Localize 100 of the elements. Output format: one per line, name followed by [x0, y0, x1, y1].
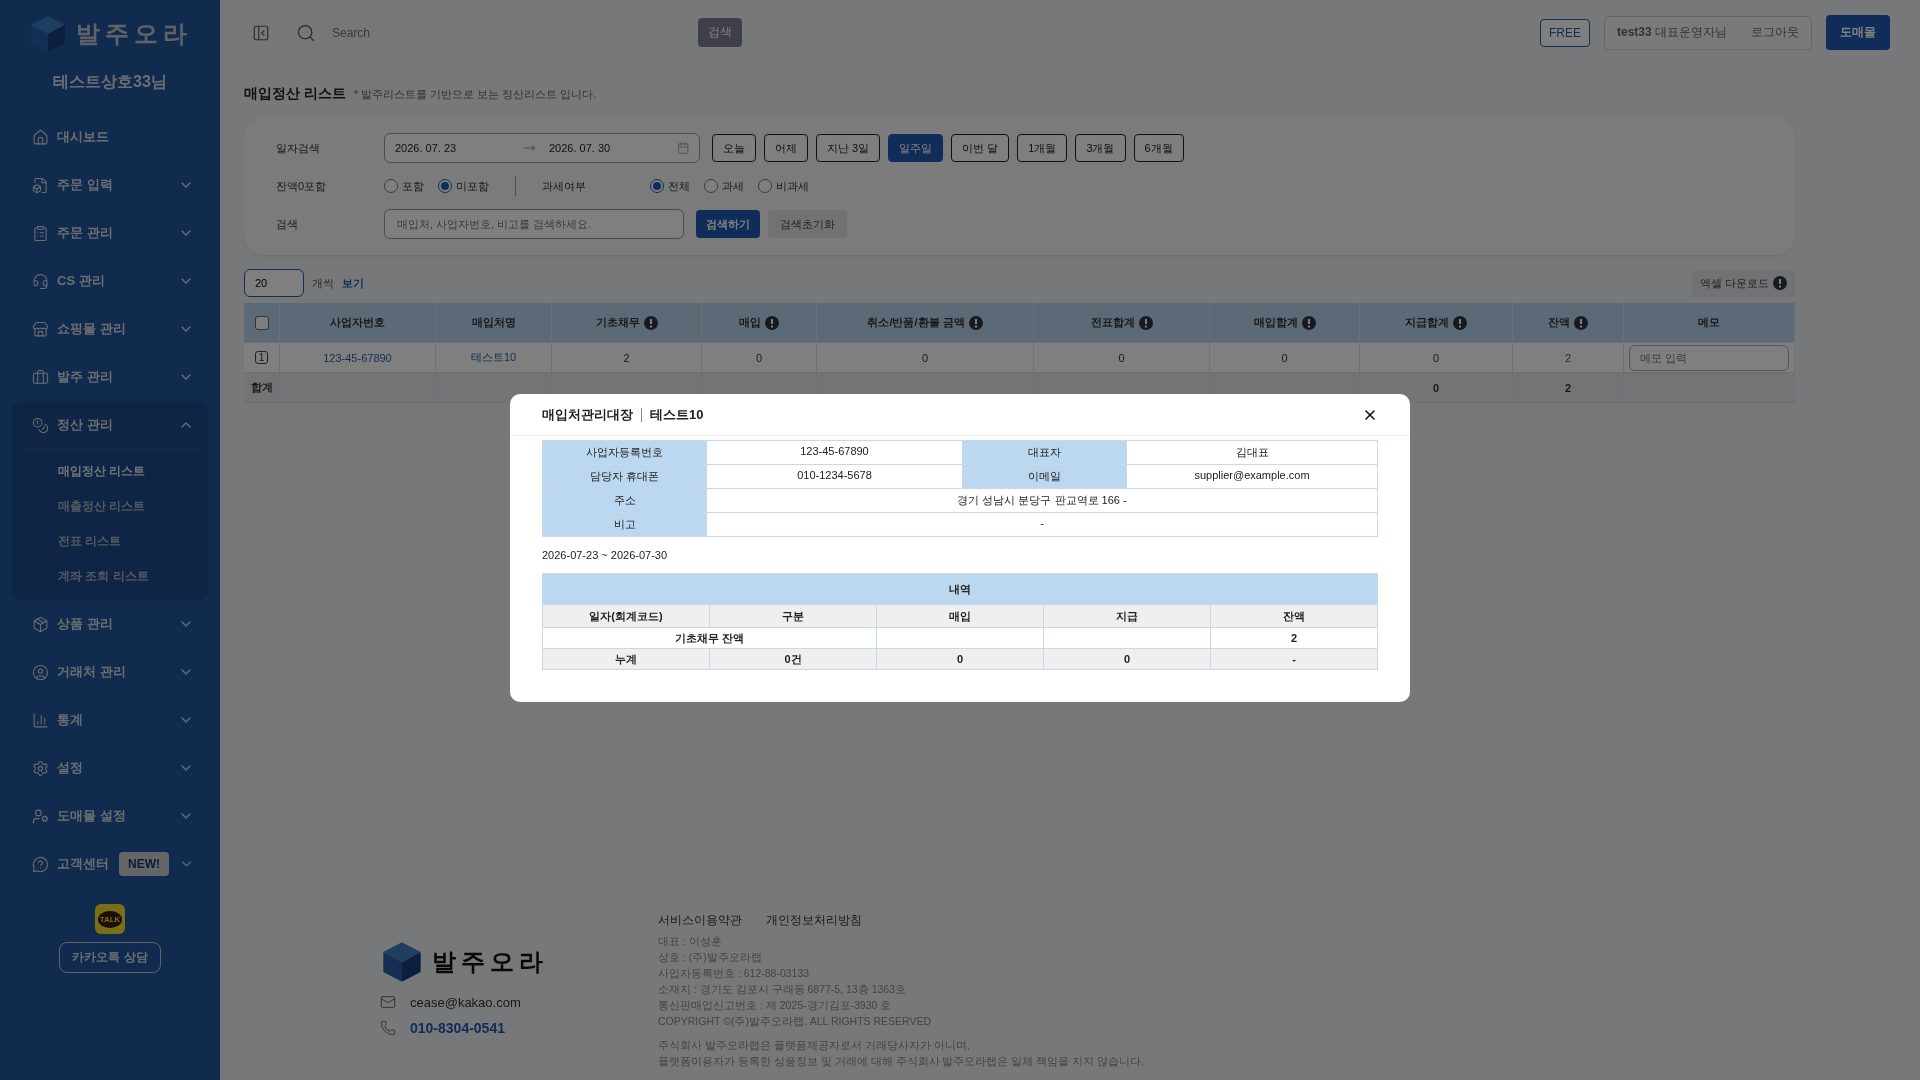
package-icon [32, 615, 49, 633]
search-field[interactable]: Search [330, 24, 672, 41]
ledger-cell: - [1211, 649, 1377, 669]
ledger-column-header: 구분 [710, 605, 876, 627]
date-preset-button[interactable]: 1개월 [1017, 134, 1068, 162]
shop-name: 테스트상호33님 [52, 72, 168, 92]
ledger-cell: 0 [1044, 649, 1210, 669]
table-link[interactable]: 123-45-67890 [323, 351, 392, 364]
sidebar-item[interactable]: 통계 [12, 696, 208, 744]
info-label: 담당자 휴대폰 [543, 465, 706, 488]
mail-icon [380, 994, 396, 1010]
home-icon [32, 128, 49, 146]
date-preset-button[interactable]: 오늘 [712, 134, 756, 162]
footer-link[interactable]: 서비스이용약관 [658, 912, 742, 929]
table-cell: 2 [623, 351, 630, 364]
keyword-field[interactable]: 매입처, 사업자번호, 비고를 검색하세요. [384, 209, 684, 239]
excel-download-button[interactable]: 엑셀 다운로드 [1691, 269, 1795, 297]
table-cell: 0 [1432, 381, 1440, 394]
ledger-column-header: 잔액 [1211, 605, 1377, 627]
column-header: 사업자번호 [330, 315, 385, 330]
sidebar-item[interactable]: 설정 [12, 744, 208, 792]
date-preset-button[interactable]: 6개월 [1133, 134, 1184, 162]
filter-label: 검색 [276, 216, 299, 232]
calendar-icon [676, 141, 689, 155]
info-label: 주소 [543, 489, 706, 512]
select-all-checkbox[interactable] [254, 315, 269, 330]
table-link[interactable]: 테스트10 [470, 350, 517, 365]
filter-label: 일자검색 [276, 140, 321, 156]
date-preset-button[interactable]: 일주일 [888, 134, 944, 162]
search-icon [296, 22, 316, 43]
search-submit-button[interactable]: 검색하기 [696, 210, 760, 238]
sidebar-item[interactable]: 발주 관리 [12, 353, 208, 401]
table-cell: 2 [1564, 381, 1572, 394]
ledger-cell: 2 [1211, 628, 1377, 648]
clipboard-icon [32, 224, 49, 242]
sidebar-item[interactable]: 쇼핑몰 관리 [12, 305, 208, 353]
sidebar-item[interactable]: 대시보드 [12, 113, 208, 161]
info-label: 대표자 [963, 441, 1126, 464]
ledger-title: 내역 [543, 574, 1377, 604]
radio-option[interactable]: 미포함 [438, 178, 489, 194]
search-button[interactable]: 검색 [698, 18, 742, 47]
radio-option[interactable]: 전체 [650, 178, 690, 194]
sidebar-item[interactable]: 정산 관리 [12, 401, 208, 449]
dialog-vendor: 테스트10 [650, 405, 704, 424]
period-text: 2026-07-23 ~ 2026-07-30 [542, 549, 669, 561]
date-preset-button[interactable]: 지난 3일 [816, 134, 881, 162]
sidebar-toggle-icon[interactable] [252, 23, 270, 42]
sidebar-item[interactable]: 주문 관리 [12, 209, 208, 257]
page-note: * 발주리스트를 기반으로 보는 정산리스트 입니다. [353, 87, 597, 102]
sidebar-item[interactable]: 도매몰 설정 [12, 792, 208, 840]
table-cell: 0 [1118, 351, 1125, 364]
user-name: test33 대표운영자님 [1616, 24, 1727, 41]
row-number: 1 [254, 351, 269, 364]
radio-option[interactable]: 과세 [704, 178, 744, 194]
column-header: 전표합계 [1090, 315, 1135, 330]
ledger-column-header: 일자(회계코드) [543, 605, 709, 627]
table-cell: 0 [921, 351, 929, 364]
column-header: 잔액 [1548, 315, 1570, 330]
radio-option[interactable]: 비과세 [758, 178, 809, 194]
sidebar-item[interactable]: 고객센터 NEW! [12, 840, 208, 888]
footer-link[interactable]: 개인정보처리방침 [766, 912, 862, 929]
file-box-icon [32, 176, 49, 194]
memo-field[interactable]: 메모 입력 [1629, 344, 1789, 371]
page-title: 매입정산 리스트 [244, 85, 346, 103]
sidebar-subitem[interactable]: 계좌 조회 리스트 [22, 559, 198, 594]
column-header: 매입처명 [471, 315, 516, 330]
sidebar-item[interactable]: 거래처 관리 [12, 648, 208, 696]
user-circle-icon [32, 663, 49, 681]
table-link[interactable]: 2 [1564, 351, 1572, 364]
info-value: 경기 성남시 분당구 판교역로 166 - [707, 489, 1377, 512]
footer-logo-text: 발주오라 [432, 947, 548, 977]
sidebar-item[interactable]: CS 관리 [12, 257, 208, 305]
date-preset-button[interactable]: 이번 달 [951, 134, 1010, 162]
sidebar-subitem[interactable]: 전표 리스트 [22, 524, 198, 559]
info-value: 123-45-67890 [707, 441, 962, 464]
sidebar-item[interactable]: 주문 입력 [12, 161, 208, 209]
info-value: - [707, 513, 1377, 536]
reset-button[interactable]: 검색초기화 [768, 210, 847, 238]
wholesale-button[interactable]: 도매몰 [1826, 15, 1890, 50]
footer-email: cease@kakao.com [410, 994, 521, 1010]
logo-cube-icon [380, 940, 424, 984]
date-preset-button[interactable]: 3개월 [1075, 134, 1126, 162]
sidebar-item[interactable]: 상품 관리 [12, 600, 208, 648]
per-page-field[interactable]: 20 [244, 269, 304, 297]
radio-option[interactable]: 포함 [384, 178, 424, 194]
column-header: 메모 [1698, 315, 1720, 330]
sidebar-subitem[interactable]: 매출정산 리스트 [22, 489, 198, 524]
briefcase-icon [32, 368, 49, 386]
date-preset-button[interactable]: 어제 [764, 134, 808, 162]
ledger-cell: 0 [877, 649, 1043, 669]
info-label: 비고 [543, 513, 706, 536]
sidebar-subitem[interactable]: 매입정산 리스트 [22, 454, 198, 489]
new-badge: NEW! [119, 852, 169, 876]
phone-icon [380, 1020, 396, 1036]
date-range-field[interactable]: 2026. 07. 23 2026. 07. 30 [384, 133, 700, 163]
user-gear-icon [32, 807, 49, 825]
logout-link[interactable]: 로그아웃 [1751, 24, 1799, 41]
kakao-consult-button[interactable]: 카카오톡 상담 [59, 942, 161, 973]
ledger-column-header: 지급 [1044, 605, 1210, 627]
view-link[interactable]: 보기 [342, 275, 364, 291]
